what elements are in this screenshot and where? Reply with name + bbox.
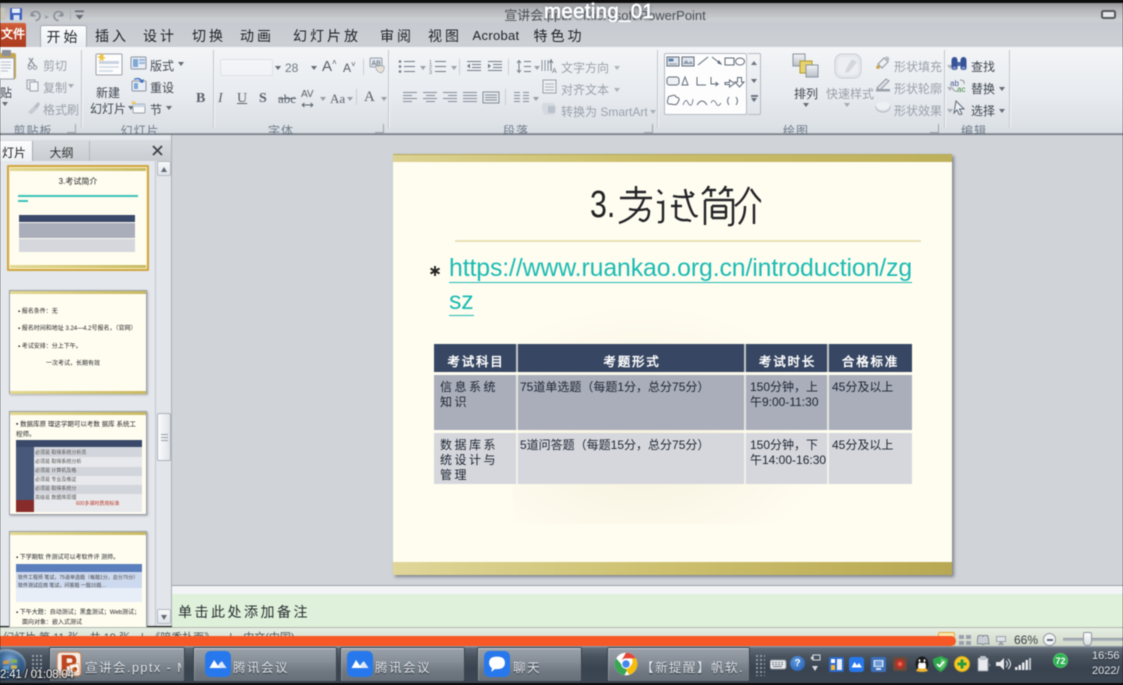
- svg-text:A: A: [552, 68, 557, 74]
- svg-text:ac: ac: [957, 85, 965, 93]
- svg-text:3: 3: [429, 70, 432, 74]
